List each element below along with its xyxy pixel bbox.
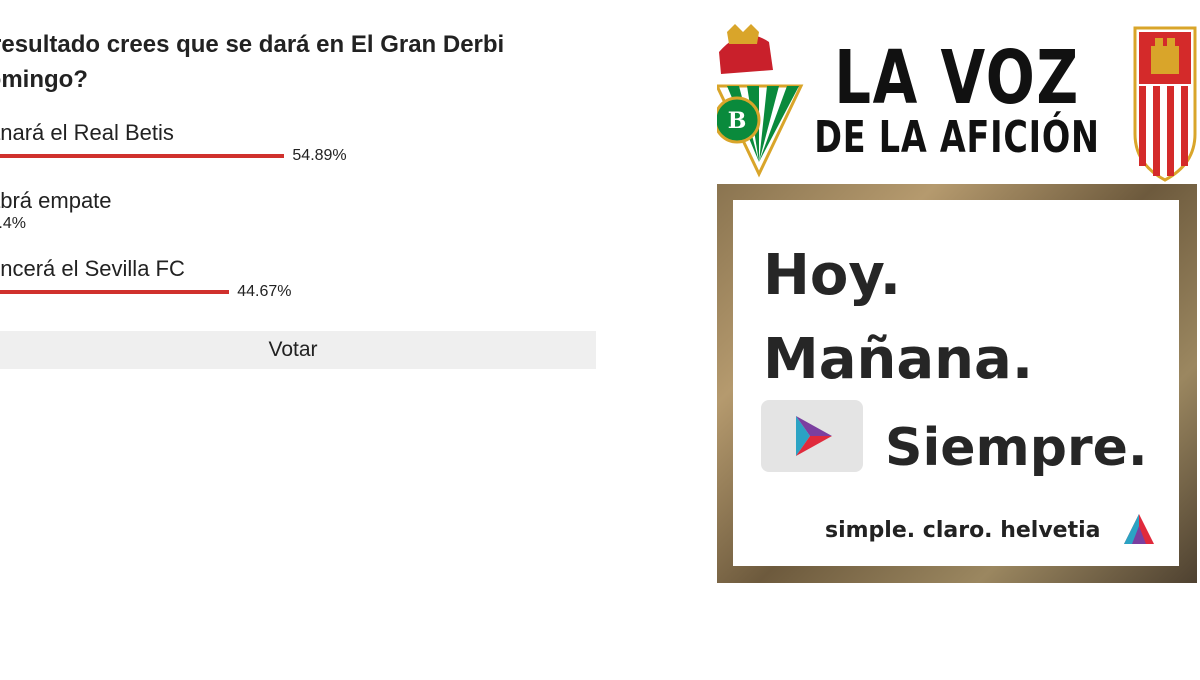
svg-text:B: B (728, 108, 747, 134)
ad-slogan-card: Hoy. Mañana. Siempre. simple. claro. hel… (733, 200, 1179, 566)
vote-button[interactable]: Votar (0, 331, 596, 369)
poll-result-percent: 44.67% (237, 283, 292, 300)
ad-title-line2: DE LA AFICIÓN (814, 112, 1100, 163)
ad-header: B LA VOZ DE LA AFICIÓN (717, 24, 1197, 184)
poll-result-row: .4% (0, 214, 600, 234)
poll-result-row: 54.89% (0, 146, 600, 166)
brand-tagline: simple. claro. helvetia (825, 518, 1101, 543)
poll-option-sevilla[interactable]: encerá el Sevilla FC 44.67% (0, 256, 600, 302)
poll-option-label: anará el Real Betis (0, 120, 174, 145)
helvetia-logo-icon (1124, 514, 1154, 544)
poll-question: é resultado crees que se dará en El Gran… (0, 27, 592, 97)
slogan-siempre: Siempre. (885, 418, 1148, 478)
sevilla-crest-icon (1133, 26, 1197, 182)
poll-widget: é resultado crees que se dará en El Gran… (0, 0, 600, 400)
poll-option-betis[interactable]: anará el Real Betis 54.89% (0, 120, 600, 166)
ad-title-line1: LA VOZ (834, 35, 1080, 121)
poll-question-text: é resultado crees que se dará en El Gran… (0, 31, 505, 93)
poll-result-bar (0, 290, 230, 294)
poll-option-label: abrá empate (0, 188, 112, 213)
poll-result-percent: 54.89% (292, 147, 347, 164)
poll-result-bar (0, 154, 285, 158)
poll-option-empate[interactable]: abrá empate .4% (0, 188, 600, 234)
poll-result-percent: .4% (0, 215, 26, 232)
slogan-manana: Mañana. (763, 327, 1034, 392)
poll-result-row: 44.67% (0, 282, 600, 302)
slogan-hoy: Hoy. (763, 243, 901, 308)
play-icon (761, 400, 863, 472)
poll-option-label: encerá el Sevilla FC (0, 256, 185, 281)
advertisement-banner[interactable]: B LA VOZ DE LA AFICIÓN Hoy. Mañana. Siem… (717, 24, 1197, 583)
